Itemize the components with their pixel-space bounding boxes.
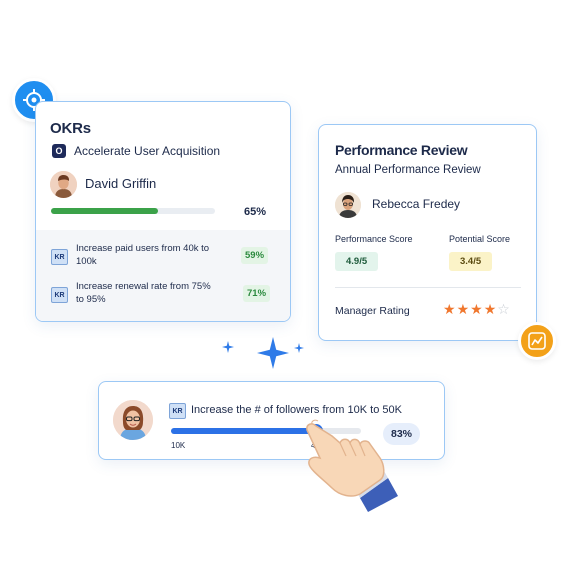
objective-badge: O	[52, 144, 66, 158]
avatar	[335, 192, 361, 218]
key-result-text[interactable]: Increase renewal rate from 75% to 95%	[76, 280, 216, 306]
performance-score-value: 4.9/5	[335, 252, 379, 271]
divider	[335, 287, 521, 288]
key-result-text: Increase the # of followers from 10K to …	[191, 404, 402, 416]
performance-title: Performance Review	[335, 142, 468, 158]
okr-progress-label: 65%	[244, 206, 267, 218]
manager-rating-label: Manager Rating	[335, 305, 410, 317]
objective-text[interactable]: Accelerate User Acquisition	[74, 144, 220, 158]
kr-badge: KR	[51, 287, 68, 303]
star-filled-icon[interactable]: ★	[484, 301, 498, 317]
key-result-pct: 59%	[241, 247, 269, 264]
kr-badge: KR	[169, 403, 186, 419]
person-name: David Griffin	[85, 176, 157, 191]
performance-subtitle: Annual Performance Review	[335, 164, 481, 176]
performance-review-card[interactable]: Performance Review Annual Performance Re…	[318, 124, 537, 341]
potential-score-label: Potential Score	[449, 234, 511, 244]
okr-progress-fill	[51, 208, 158, 214]
key-results-list: KR Increase paid users from 40k to 100k …	[36, 230, 290, 321]
key-result-pct: 71%	[243, 285, 271, 302]
sparkle-icon	[222, 341, 234, 353]
key-result-text[interactable]: Increase paid users from 40k to 100k	[76, 242, 216, 268]
potential-score-value: 3.4/5	[449, 252, 493, 271]
star-filled-icon[interactable]: ★	[443, 301, 457, 317]
star-filled-icon[interactable]: ★	[457, 301, 471, 317]
star-rating[interactable]: ★★★★☆	[443, 301, 511, 318]
slider-min-label: 10K	[171, 441, 186, 450]
person-name: Rebecca Fredey	[372, 197, 461, 211]
okr-title: OKRs	[50, 120, 91, 137]
okr-card[interactable]: OKRs O Accelerate User Acquisition David…	[35, 101, 291, 322]
pointing-hand-icon	[306, 419, 398, 512]
line-chart-icon	[518, 322, 556, 360]
avatar	[50, 171, 77, 198]
avatar	[113, 400, 153, 440]
performance-score-label: Performance Score	[335, 234, 413, 244]
star-filled-icon[interactable]: ★	[470, 301, 484, 317]
sparkle-icon	[294, 343, 304, 353]
sparkle-icon	[257, 337, 289, 369]
okr-progress-bar	[51, 208, 215, 214]
slider-fill	[171, 428, 317, 434]
kr-badge: KR	[51, 249, 68, 265]
star-empty-icon[interactable]: ☆	[497, 301, 511, 317]
